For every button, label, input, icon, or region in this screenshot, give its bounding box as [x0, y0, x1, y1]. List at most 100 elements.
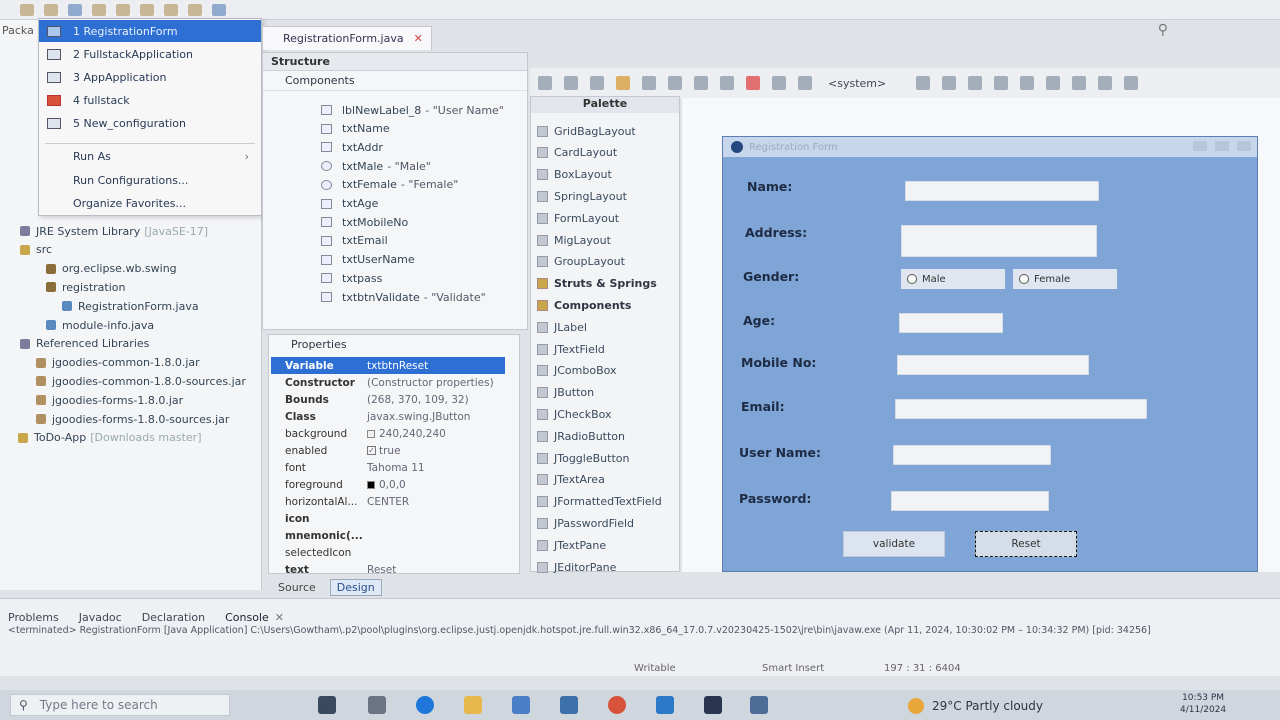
align-middle-icon[interactable] [1020, 76, 1035, 90]
toolbar-button[interactable] [116, 3, 130, 16]
designer-tool-button[interactable] [772, 76, 786, 90]
copy-icon[interactable] [694, 76, 708, 90]
distribute-icon[interactable] [1124, 76, 1139, 90]
toolbar-button[interactable] [212, 3, 226, 16]
palette-item[interactable]: JComboBox [537, 361, 617, 381]
undo-icon[interactable] [616, 76, 630, 90]
menu-item-run-config[interactable]: 2 FullstackApplication [39, 43, 261, 65]
password-field[interactable] [891, 491, 1049, 511]
maximize-icon[interactable] [1215, 141, 1229, 151]
address-field[interactable] [901, 225, 1097, 257]
username-field[interactable] [893, 445, 1051, 465]
property-row[interactable]: mnemonic(... [271, 527, 505, 544]
tree-item[interactable]: jgoodies-common-1.8.0.jar [36, 354, 200, 372]
tree-item[interactable]: src [20, 241, 52, 259]
tab-source[interactable]: Source [272, 580, 322, 595]
tree-item[interactable]: RegistrationForm.java [62, 297, 199, 315]
palette-item[interactable]: JTextArea [537, 470, 605, 490]
property-row[interactable]: font Tahoma 11 [271, 459, 505, 476]
menu-item-organize-favorites[interactable]: Organize Favorites... [39, 192, 261, 214]
property-row[interactable]: icon [271, 510, 505, 527]
palette-item[interactable]: JEditorPane [537, 557, 616, 577]
search-icon[interactable]: ⚲ [1158, 22, 1168, 38]
distribute-icon[interactable] [1098, 76, 1113, 90]
toolbar-button[interactable] [92, 3, 106, 16]
reset-button[interactable]: Reset [975, 531, 1077, 557]
component-tree-item[interactable]: lblNewLabel_8- "User Name" [321, 101, 504, 119]
checkbox-icon[interactable]: ✓ [367, 446, 376, 455]
property-row[interactable]: Constructor (Constructor properties) [271, 374, 505, 391]
palette-item[interactable]: JPasswordField [537, 513, 634, 533]
menu-item-run-config[interactable]: 4 fullstack [39, 89, 261, 111]
tree-item[interactable]: jgoodies-forms-1.8.0.jar [36, 391, 183, 409]
look-and-feel-select[interactable]: <system> [828, 77, 886, 90]
palette-item[interactable]: JTextPane [537, 535, 606, 555]
redo-icon[interactable] [642, 76, 656, 90]
palette-item[interactable]: MigLayout [537, 230, 611, 250]
mobile-field[interactable] [897, 355, 1089, 375]
close-icon[interactable] [1237, 141, 1251, 151]
distribute-icon[interactable] [1072, 76, 1087, 90]
menu-item-run-as[interactable]: Run As › [39, 145, 261, 167]
minimize-icon[interactable] [1193, 141, 1207, 151]
validate-button[interactable]: validate [843, 531, 945, 557]
property-row[interactable]: horizontalAl... CENTER [271, 493, 505, 510]
component-tree-item[interactable]: txtMobileNo [321, 213, 408, 231]
toolbar-button[interactable] [68, 3, 82, 16]
email-field[interactable] [895, 399, 1147, 419]
tab-declaration[interactable]: Declaration [142, 611, 205, 624]
file-manager-icon[interactable] [368, 696, 386, 714]
property-row[interactable]: selectedIcon [271, 544, 505, 561]
tree-item[interactable]: registration [46, 278, 125, 296]
palette-item[interactable]: JRadioButton [537, 426, 625, 446]
palette-item[interactable]: FormLayout [537, 208, 619, 228]
tab-problems[interactable]: Problems [8, 611, 59, 624]
app-icon[interactable] [750, 696, 768, 714]
menu-item-run-config[interactable]: 5 New_configuration [39, 112, 261, 134]
task-view-icon[interactable] [318, 696, 336, 714]
property-row[interactable]: text Reset [271, 561, 505, 578]
property-row[interactable]: background 240,240,240 [271, 425, 505, 442]
palette-item[interactable]: CardLayout [537, 143, 617, 163]
menu-item-run-config[interactable]: 1 RegistrationForm [39, 20, 261, 42]
align-bottom-icon[interactable] [1046, 76, 1061, 90]
delete-icon[interactable] [746, 76, 760, 90]
tree-item[interactable]: jgoodies-forms-1.8.0-sources.jar [36, 410, 229, 428]
taskbar-search[interactable]: ⚲ Type here to search [10, 694, 230, 716]
component-tree-item[interactable]: txtFemale - "Female" [321, 176, 458, 194]
component-tree-item[interactable]: txtUserName [321, 251, 415, 269]
editor-tab-registrationform[interactable]: RegistrationForm.java ✕ [262, 26, 432, 50]
component-tree-item[interactable]: txtMale - "Male" [321, 157, 431, 175]
palette-category[interactable]: Components [537, 295, 631, 315]
cut-icon[interactable] [668, 76, 682, 90]
align-left-icon[interactable] [916, 76, 931, 90]
designer-tool-button[interactable] [590, 76, 604, 90]
store-icon[interactable] [512, 696, 530, 714]
tree-item[interactable]: jgoodies-common-1.8.0-sources.jar [36, 372, 246, 390]
close-icon[interactable]: ✕ [414, 32, 423, 45]
eclipse-icon[interactable] [704, 696, 722, 714]
tree-item[interactable]: module-info.java [46, 316, 154, 334]
palette-item[interactable]: BoxLayout [537, 165, 612, 185]
component-tree-item[interactable]: txtName [321, 120, 390, 138]
female-radio[interactable]: Female [1013, 269, 1117, 289]
property-row[interactable]: enabled ✓ true [271, 442, 505, 459]
component-tree-item[interactable]: txtEmail [321, 232, 388, 250]
tree-item[interactable]: org.eclipse.wb.swing [46, 260, 177, 278]
component-tree-item[interactable]: txtAge [321, 195, 378, 213]
toolbar-button[interactable] [188, 3, 202, 16]
palette-item[interactable]: GroupLayout [537, 252, 625, 272]
palette-item[interactable]: SpringLayout [537, 186, 627, 206]
vscode-icon[interactable] [656, 696, 674, 714]
toolbar-button[interactable] [164, 3, 178, 16]
property-row[interactable]: Variable txtbtnReset [271, 357, 505, 374]
palette-item[interactable]: JButton [537, 383, 594, 403]
palette-item[interactable]: JFormattedTextField [537, 492, 662, 512]
male-radio[interactable]: Male [901, 269, 1005, 289]
component-tree-item[interactable]: txtbtnValidate - "Validate" [321, 288, 486, 306]
name-field[interactable] [905, 181, 1099, 201]
align-top-icon[interactable] [994, 76, 1009, 90]
palette-item[interactable]: JTextField [537, 339, 605, 359]
palette-category[interactable]: Struts & Springs [537, 274, 657, 294]
close-icon[interactable]: ✕ [275, 611, 284, 624]
